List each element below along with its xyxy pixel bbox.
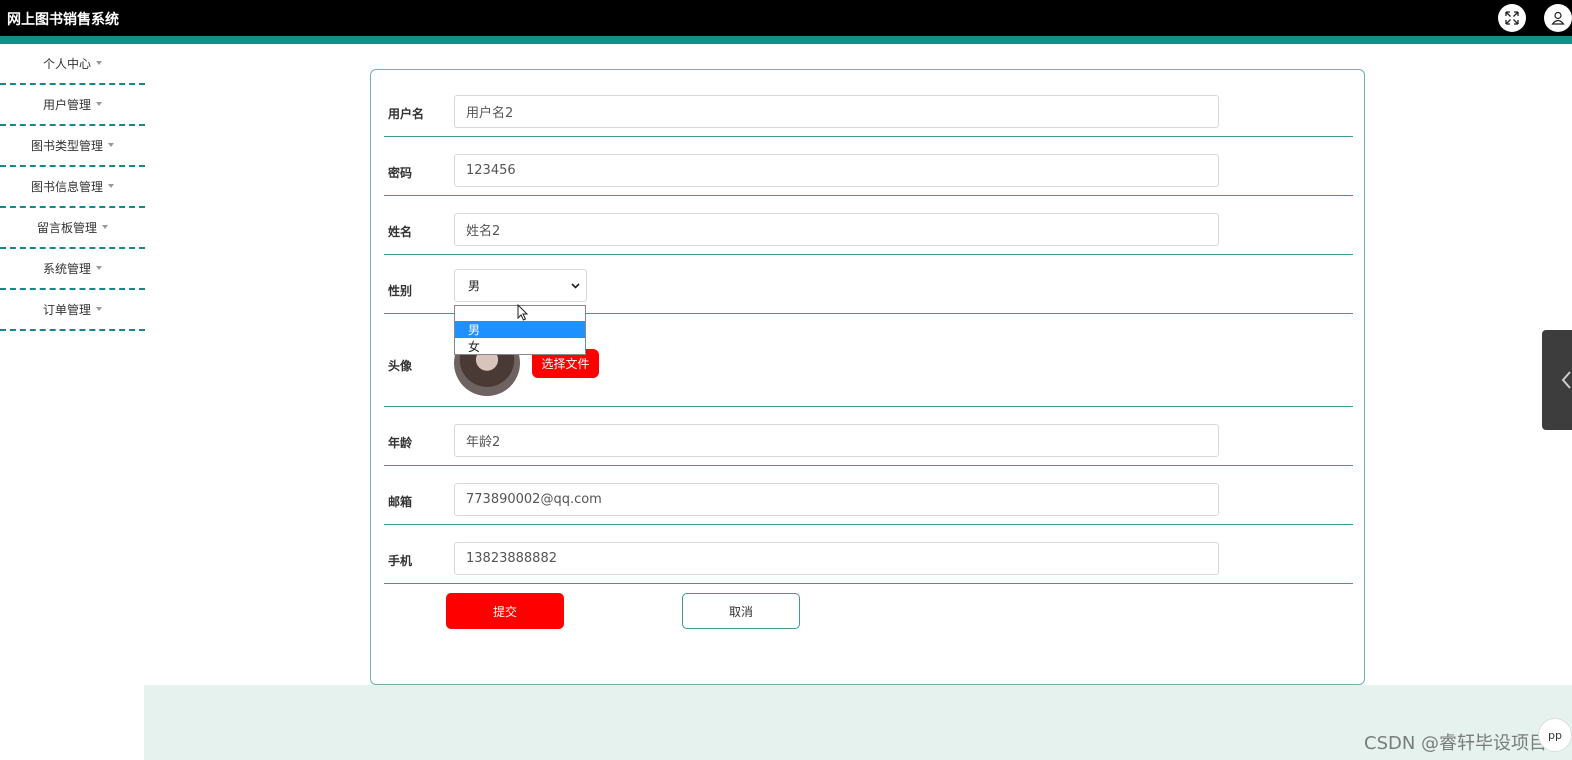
chevron-down-icon <box>571 283 580 289</box>
form-row-phone: 手机 <box>384 525 1353 584</box>
fullscreen-button[interactable] <box>1498 4 1526 32</box>
sidebar-item-system-management[interactable]: 系统管理 <box>0 249 145 290</box>
sidebar: 个人中心 用户管理 图书类型管理 图书信息管理 留言板管理 系统管理 订单管理 <box>0 44 145 331</box>
header-accent-stripe <box>0 36 1572 44</box>
caret-down-icon <box>96 60 102 65</box>
user-menu-button[interactable] <box>1544 4 1572 32</box>
caret-down-icon <box>102 224 108 229</box>
avatar-label: 头像 <box>388 359 413 373</box>
sidebar-item-message-board-management[interactable]: 留言板管理 <box>0 208 145 249</box>
email-label: 邮箱 <box>388 495 413 509</box>
floating-app-button[interactable]: pp <box>1538 718 1572 752</box>
sidebar-item-label: 留言板管理 <box>36 221 97 235</box>
sidebar-item-label: 系统管理 <box>42 262 91 276</box>
caret-down-icon <box>96 306 102 311</box>
gender-select[interactable]: 男 <box>454 269 587 302</box>
sidebar-item-order-management[interactable]: 订单管理 <box>0 290 145 331</box>
sidebar-item-label: 图书类型管理 <box>30 139 103 153</box>
side-drawer-tab[interactable] <box>1542 330 1572 430</box>
phone-label: 手机 <box>388 554 413 568</box>
user-edit-form: 用户名 密码 姓名 性别 男 头像 选择文件 年龄 邮箱 手机 提交 取消 <box>370 69 1365 685</box>
form-row-password: 密码 <box>384 137 1353 196</box>
sidebar-item-label: 图书信息管理 <box>30 180 103 194</box>
watermark: CSDN @睿轩毕设项目 <box>1364 733 1548 754</box>
caret-down-icon <box>96 101 102 106</box>
app-title: 网上图书销售系统 <box>7 12 119 28</box>
phone-input[interactable] <box>454 542 1219 575</box>
cancel-button[interactable]: 取消 <box>682 593 800 629</box>
sidebar-item-book-type-management[interactable]: 图书类型管理 <box>0 126 145 167</box>
password-input[interactable] <box>454 154 1219 187</box>
caret-down-icon <box>96 265 102 270</box>
mouse-cursor-icon <box>517 304 529 321</box>
gender-label: 性别 <box>388 284 413 298</box>
submit-button[interactable]: 提交 <box>446 593 564 629</box>
sidebar-item-label: 用户管理 <box>42 98 91 112</box>
gender-option-female[interactable]: 女 <box>455 338 585 355</box>
name-input[interactable] <box>454 213 1219 246</box>
gender-option-male[interactable]: 男 <box>455 321 585 338</box>
gender-select-value: 男 <box>468 279 481 293</box>
footer-band <box>144 685 1572 760</box>
form-row-name: 姓名 <box>384 196 1353 255</box>
form-row-username: 用户名 <box>384 85 1353 137</box>
username-label: 用户名 <box>388 107 425 121</box>
sidebar-item-user-management[interactable]: 用户管理 <box>0 85 145 126</box>
user-icon <box>1551 11 1565 25</box>
sidebar-item-personal-center[interactable]: 个人中心 <box>0 44 145 85</box>
email-input[interactable] <box>454 483 1219 516</box>
fullscreen-icon <box>1505 11 1519 25</box>
password-label: 密码 <box>388 166 413 180</box>
top-bar: 网上图书销售系统 <box>0 0 1572 36</box>
name-label: 姓名 <box>388 225 413 239</box>
caret-down-icon <box>108 142 114 147</box>
form-row-email: 邮箱 <box>384 466 1353 525</box>
age-input[interactable] <box>454 424 1219 457</box>
sidebar-item-book-info-management[interactable]: 图书信息管理 <box>0 167 145 208</box>
caret-down-icon <box>108 183 114 188</box>
form-row-age: 年龄 <box>384 407 1353 466</box>
sidebar-item-label: 个人中心 <box>42 57 91 71</box>
username-input[interactable] <box>454 95 1219 128</box>
sidebar-item-label: 订单管理 <box>42 303 91 317</box>
age-label: 年龄 <box>388 436 413 450</box>
chevron-left-icon <box>1561 371 1571 389</box>
